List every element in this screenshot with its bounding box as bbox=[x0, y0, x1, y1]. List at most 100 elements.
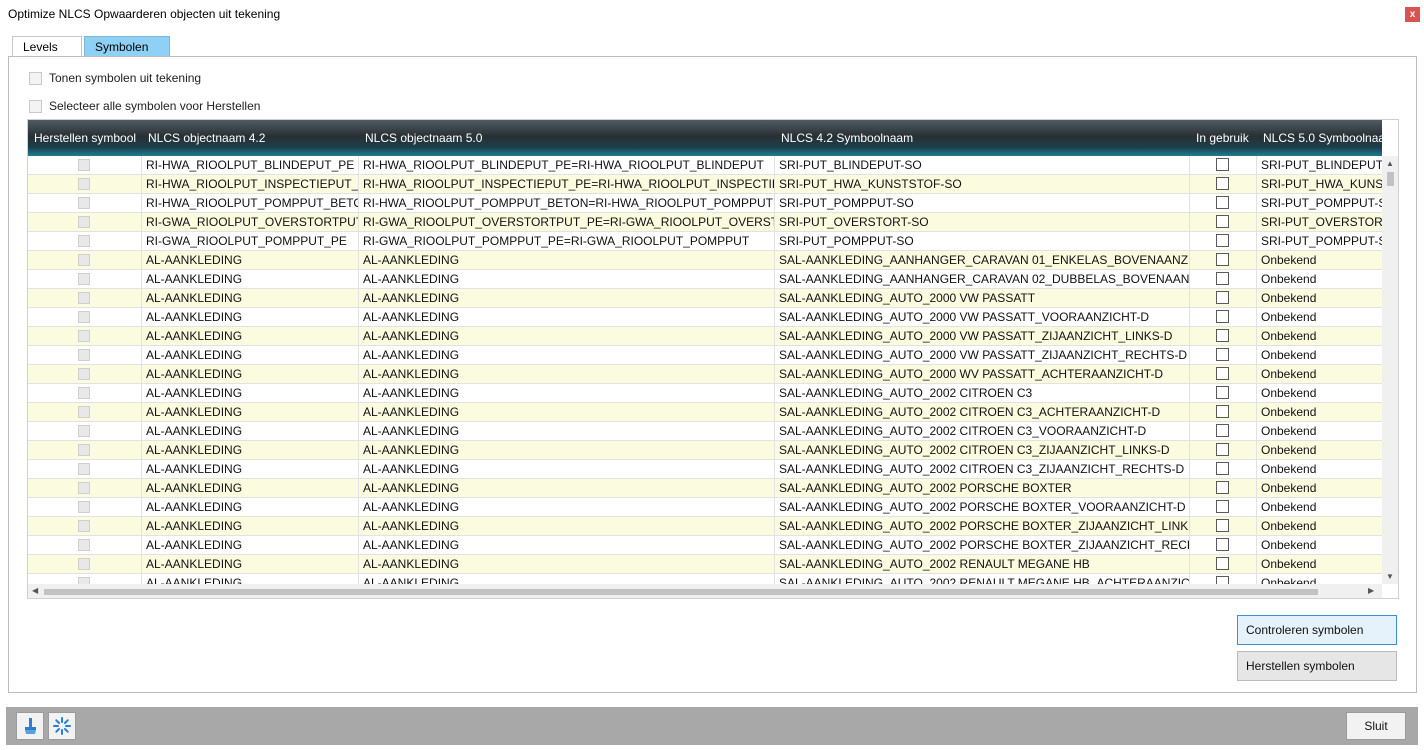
restore-checkbox[interactable] bbox=[78, 216, 90, 228]
in-use-checkbox[interactable] bbox=[1216, 462, 1229, 475]
restore-checkbox[interactable] bbox=[78, 558, 90, 570]
in-use-checkbox[interactable] bbox=[1216, 500, 1229, 513]
restore-checkbox[interactable] bbox=[78, 330, 90, 342]
restore-checkbox[interactable] bbox=[78, 539, 90, 551]
restore-checkbox[interactable] bbox=[78, 463, 90, 475]
table-row[interactable]: AL-AANKLEDING AL-AANKLEDING SAL-AANKLEDING… bbox=[28, 555, 1382, 574]
in-use-checkbox[interactable] bbox=[1216, 177, 1229, 190]
show-symbols-option[interactable]: Tonen symbolen uit tekening bbox=[29, 70, 201, 86]
table-row[interactable]: AL-AANKLEDING AL-AANKLEDING SAL-AANKLEDING… bbox=[28, 251, 1382, 270]
restore-checkbox[interactable] bbox=[78, 254, 90, 266]
in-use-checkbox[interactable] bbox=[1216, 424, 1229, 437]
table-row[interactable]: AL-AANKLEDING AL-AANKLEDING SAL-AANKLEDING… bbox=[28, 308, 1382, 327]
table-row[interactable]: AL-AANKLEDING AL-AANKLEDING SAL-AANKLEDING… bbox=[28, 574, 1382, 584]
table-row[interactable]: AL-AANKLEDING AL-AANKLEDING SAL-AANKLEDING… bbox=[28, 365, 1382, 384]
table-row[interactable]: AL-AANKLEDING AL-AANKLEDING SAL-AANKLEDING… bbox=[28, 327, 1382, 346]
table-row[interactable]: AL-AANKLEDING AL-AANKLEDING SAL-AANKLEDING… bbox=[28, 498, 1382, 517]
in-use-checkbox[interactable] bbox=[1216, 253, 1229, 266]
table-row[interactable]: AL-AANKLEDING AL-AANKLEDING SAL-AANKLEDING… bbox=[28, 346, 1382, 365]
in-use-checkbox[interactable] bbox=[1216, 272, 1229, 285]
in-use-checkbox[interactable] bbox=[1216, 557, 1229, 570]
header-sym42[interactable]: NLCS 4.2 Symboolnaam bbox=[775, 120, 1190, 156]
close-window-button[interactable]: x bbox=[1405, 7, 1420, 22]
table-row[interactable]: RI-HWA_RIOOLPUT_BLINDEPUT_PE RI-HWA_RIOOL… bbox=[28, 156, 1382, 175]
in-use-checkbox[interactable] bbox=[1216, 538, 1229, 551]
in-use-checkbox[interactable] bbox=[1216, 386, 1229, 399]
restore-checkbox[interactable] bbox=[78, 178, 90, 190]
horizontal-scroll-thumb[interactable] bbox=[44, 589, 1318, 595]
restore-checkbox[interactable] bbox=[78, 311, 90, 323]
horizontal-scrollbar[interactable]: ◀ ▶ bbox=[28, 584, 1382, 598]
scroll-up-icon[interactable]: ▲ bbox=[1386, 159, 1394, 169]
select-all-checkbox[interactable] bbox=[29, 99, 42, 113]
in-use-checkbox[interactable] bbox=[1216, 367, 1229, 380]
header-obj50[interactable]: NLCS objectnaam 5.0 bbox=[359, 120, 775, 156]
restore-checkbox[interactable] bbox=[78, 425, 90, 437]
restore-checkbox[interactable] bbox=[78, 292, 90, 304]
in-use-checkbox[interactable] bbox=[1216, 405, 1229, 418]
table-row[interactable]: AL-AANKLEDING AL-AANKLEDING SAL-AANKLEDING… bbox=[28, 517, 1382, 536]
in-use-checkbox[interactable] bbox=[1216, 519, 1229, 532]
in-use-checkbox[interactable] bbox=[1216, 329, 1229, 342]
in-use-checkbox[interactable] bbox=[1216, 291, 1229, 304]
restore-checkbox[interactable] bbox=[78, 197, 90, 209]
in-use-checkbox[interactable] bbox=[1216, 481, 1229, 494]
in-use-checkbox[interactable] bbox=[1216, 348, 1229, 361]
restore-checkbox[interactable] bbox=[78, 387, 90, 399]
header-restore[interactable]: Herstellen symbool bbox=[28, 120, 142, 156]
in-use-checkbox[interactable] bbox=[1216, 215, 1229, 228]
table-row[interactable]: RI-HWA_RIOOLPUT_INSPECTIEPUT_PE RI-HWA_RI… bbox=[28, 175, 1382, 194]
in-use-checkbox[interactable] bbox=[1216, 576, 1229, 584]
show-symbols-checkbox[interactable] bbox=[29, 71, 42, 85]
table-row[interactable]: RI-GWA_RIOOLPUT_OVERSTORTPUT_PERI-GWA_RI… bbox=[28, 213, 1382, 232]
scroll-left-icon[interactable]: ◀ bbox=[32, 586, 38, 596]
header-obj42[interactable]: NLCS objectnaam 4.2 bbox=[142, 120, 359, 156]
table-row[interactable]: AL-AANKLEDING AL-AANKLEDING SAL-AANKLEDING… bbox=[28, 422, 1382, 441]
table-row[interactable]: RI-GWA_RIOOLPUT_POMPPUT_PE RI-GWA_RIOOLPU… bbox=[28, 232, 1382, 251]
restore-checkbox[interactable] bbox=[78, 444, 90, 456]
header-in-use[interactable]: In gebruik bbox=[1190, 120, 1257, 156]
restore-checkbox[interactable] bbox=[78, 577, 90, 584]
scroll-down-icon[interactable]: ▼ bbox=[1386, 572, 1394, 582]
select-all-option[interactable]: Selecteer alle symbolen voor Herstellen bbox=[29, 98, 260, 114]
vertical-scrollbar[interactable]: ▲ ▼ bbox=[1382, 156, 1398, 584]
tab-levels[interactable]: Levels bbox=[12, 36, 82, 57]
brush-icon[interactable] bbox=[16, 712, 44, 740]
restore-checkbox[interactable] bbox=[78, 520, 90, 532]
table-row[interactable]: AL-AANKLEDING AL-AANKLEDING SAL-AANKLEDING… bbox=[28, 289, 1382, 308]
table-row[interactable]: AL-AANKLEDING AL-AANKLEDING SAL-AANKLEDING… bbox=[28, 441, 1382, 460]
in-use-checkbox[interactable] bbox=[1216, 310, 1229, 323]
vertical-scroll-thumb[interactable] bbox=[1387, 172, 1394, 186]
obj50-cell: AL-AANKLEDING bbox=[359, 308, 775, 327]
restore-checkbox[interactable] bbox=[78, 501, 90, 513]
restore-checkbox[interactable] bbox=[78, 273, 90, 285]
table-row[interactable]: AL-AANKLEDING AL-AANKLEDING SAL-AANKLEDING… bbox=[28, 270, 1382, 289]
restore-checkbox[interactable] bbox=[78, 235, 90, 247]
in-use-checkbox[interactable] bbox=[1216, 158, 1229, 171]
obj50-cell: AL-AANKLEDING bbox=[359, 403, 775, 422]
table-row[interactable]: AL-AANKLEDING AL-AANKLEDING SAL-AANKLEDING… bbox=[28, 536, 1382, 555]
in-use-cell bbox=[1190, 441, 1257, 460]
sym50-cell: Onbekend bbox=[1261, 348, 1317, 362]
in-use-checkbox[interactable] bbox=[1216, 234, 1229, 247]
restore-checkbox[interactable] bbox=[78, 482, 90, 494]
restore-checkbox[interactable] bbox=[78, 349, 90, 361]
header-sym50[interactable]: NLCS 5.0 Symboolnaam bbox=[1257, 120, 1382, 156]
sym50-cell: Onbekend bbox=[1261, 519, 1317, 533]
spinner-icon[interactable] bbox=[48, 712, 76, 740]
tab-symbolen[interactable]: Symbolen bbox=[84, 36, 170, 57]
table-row[interactable]: AL-AANKLEDING AL-AANKLEDING SAL-AANKLEDING… bbox=[28, 403, 1382, 422]
check-symbols-button[interactable]: Controleren symbolen bbox=[1237, 615, 1397, 645]
table-row[interactable]: AL-AANKLEDING AL-AANKLEDING SAL-AANKLEDING… bbox=[28, 384, 1382, 403]
scroll-right-icon[interactable]: ▶ bbox=[1368, 586, 1374, 596]
table-row[interactable]: AL-AANKLEDING AL-AANKLEDING SAL-AANKLEDING… bbox=[28, 479, 1382, 498]
in-use-checkbox[interactable] bbox=[1216, 443, 1229, 456]
table-row[interactable]: RI-HWA_RIOOLPUT_POMPPUT_BETON RI-HWA_RIOO… bbox=[28, 194, 1382, 213]
restore-checkbox[interactable] bbox=[78, 159, 90, 171]
restore-checkbox[interactable] bbox=[78, 368, 90, 380]
sluit-button[interactable]: Sluit bbox=[1346, 712, 1406, 740]
table-row[interactable]: AL-AANKLEDING AL-AANKLEDING SAL-AANKLEDING… bbox=[28, 460, 1382, 479]
restore-checkbox[interactable] bbox=[78, 406, 90, 418]
restore-symbols-button[interactable]: Herstellen symbolen bbox=[1237, 651, 1397, 681]
in-use-checkbox[interactable] bbox=[1216, 196, 1229, 209]
